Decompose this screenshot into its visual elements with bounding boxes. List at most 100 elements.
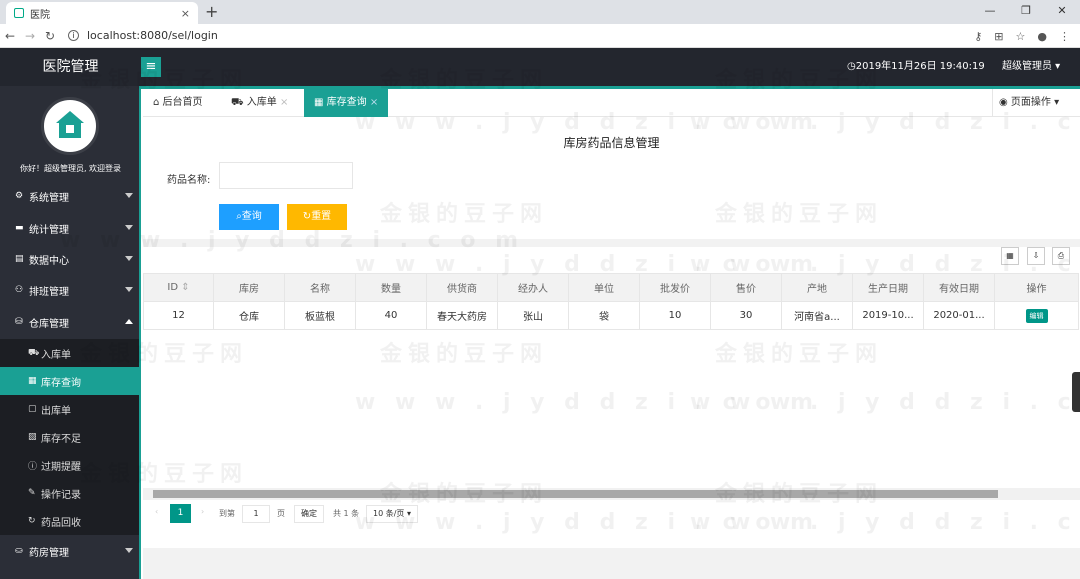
side-widget-handle[interactable]: [1072, 372, 1080, 412]
app-title: 医院管理: [42, 59, 99, 75]
horizontal-scrollbar[interactable]: [143, 488, 1080, 500]
page-size-select[interactable]: 10 条/页 ▾: [366, 505, 418, 523]
col-header: 供货商: [426, 273, 498, 302]
reset-button[interactable]: ↻重置: [287, 204, 347, 230]
footer-bar: [143, 548, 1080, 579]
prev-page-icon[interactable]: ‹: [155, 507, 158, 516]
close-tab-icon[interactable]: ×: [181, 7, 190, 20]
sidebar-item-label: 药品回收: [41, 517, 81, 529]
new-tab-button[interactable]: +: [205, 2, 218, 22]
col-header-label: ID: [167, 282, 179, 293]
cart-icon: ⛟: [28, 347, 40, 358]
sidebar-group-stats[interactable]: ▬ 统计管理: [0, 212, 141, 244]
close-window-icon[interactable]: ✕: [1044, 0, 1080, 24]
greeting-text: 你好！超级管理员, 欢迎登录: [19, 164, 122, 173]
scrollbar-thumb[interactable]: [153, 490, 998, 498]
sidebar-group-system[interactable]: ⚙ 系统管理: [0, 180, 141, 212]
sidebar-group-label: 药房管理: [29, 547, 69, 559]
reset-button-label: 重置: [311, 211, 332, 222]
chevron-down-icon: [125, 548, 133, 553]
table-cell: 春天大药房: [426, 301, 498, 330]
col-header: 售价: [710, 273, 782, 302]
page-unit-label: 页: [277, 509, 285, 518]
watermark: w w w . j y d d z i . c o m: [690, 390, 1080, 415]
tab-inventory[interactable]: ▦ 库存查询 ×: [304, 89, 389, 117]
confirm-button[interactable]: 确定: [294, 505, 324, 523]
cart-icon: ⛟: [231, 97, 247, 108]
sidebar-item-inventory[interactable]: ▦ 库存查询: [0, 367, 139, 395]
hospital-logo-icon: [54, 111, 86, 141]
print-icon[interactable]: ⎙: [1052, 247, 1070, 265]
inventory-table: ID ⇕ 库房 名称 数量 供货商 经办人 单位 批发价 售价 产地 生产日期 …: [143, 273, 1079, 330]
browser-tab-title: 医院: [30, 9, 50, 21]
query-button[interactable]: ⌕查询: [219, 204, 279, 230]
chevron-down-icon: [125, 193, 133, 198]
sidebar: 你好！超级管理员, 欢迎登录 ⚙ 系统管理 ▬ 统计管理 ▤ 数据中心 ⚇ 排班管理 ⛁…: [0, 86, 141, 579]
more-icon[interactable]: ⋮: [1059, 30, 1070, 43]
site-info-icon[interactable]: i: [68, 30, 79, 41]
table-cell: 40: [355, 301, 427, 330]
table-cell: 2019-10...: [852, 301, 924, 330]
page-title: 库房药品信息管理: [563, 136, 660, 150]
columns-icon[interactable]: ▦: [1001, 247, 1019, 265]
page-number-current[interactable]: 1: [170, 504, 191, 523]
col-header[interactable]: ID ⇕: [143, 273, 214, 302]
table-toolbar: ▦ ⇩ ⎙: [143, 247, 1080, 272]
sidebar-item-recycle[interactable]: ↻ 药品回收: [0, 507, 139, 535]
menu-toggle-button[interactable]: ≡: [141, 57, 161, 77]
tab-home[interactable]: ⌂ 后台首页: [153, 89, 203, 117]
star-icon[interactable]: ☆: [1016, 30, 1026, 43]
translate-icon[interactable]: ⊞: [994, 30, 1003, 43]
hospital-favicon-icon: [14, 8, 24, 18]
table-row: 12 仓库 板蓝根 40 春天大药房 张山 袋 10 30 河南省a... 20…: [143, 301, 1079, 330]
browser-tab[interactable]: 医院 ×: [6, 2, 198, 24]
user-menu[interactable]: 超级管理员 ▾: [1002, 48, 1060, 86]
chat-icon: ▬: [15, 223, 24, 233]
page-operations-menu[interactable]: ◉ 页面操作 ▾: [992, 89, 1080, 117]
tab-label: 库存查询: [326, 97, 367, 108]
table-cell: 河南省a...: [781, 301, 853, 330]
sidebar-item-expiry[interactable]: ⓘ 过期提醒: [0, 451, 139, 479]
maximize-icon[interactable]: ❐: [1008, 0, 1044, 24]
key-icon[interactable]: ⚷: [974, 30, 982, 43]
drug-name-input[interactable]: [219, 162, 353, 189]
watermark: w w w . j y d d z i . c o m: [355, 390, 820, 415]
reload-icon[interactable]: ↻: [40, 29, 60, 43]
forward-icon[interactable]: →: [20, 29, 40, 43]
export-icon[interactable]: ⇩: [1027, 247, 1045, 265]
sidebar-item-outbound[interactable]: ▢ 出库单: [0, 395, 139, 423]
sidebar-group-schedule[interactable]: ⚇ 排班管理: [0, 274, 141, 306]
close-icon[interactable]: ×: [367, 97, 378, 108]
sort-icon[interactable]: ⇕: [181, 282, 189, 293]
edit-button[interactable]: 编辑: [1025, 308, 1048, 323]
tab-inbound[interactable]: ⛟ 入库单 ×: [231, 89, 288, 117]
table-cell: 张山: [497, 301, 569, 330]
back-icon[interactable]: ←: [0, 29, 20, 43]
sidebar-group-pharmacy[interactable]: ⛀ 药房管理: [0, 535, 141, 567]
table-cell: 10: [639, 301, 711, 330]
sidebar-item-low-stock[interactable]: ▧ 库存不足: [0, 423, 139, 451]
minimize-icon[interactable]: —: [972, 0, 1008, 24]
sidebar-item-inbound[interactable]: ⛟ 入库单: [0, 339, 139, 367]
avatar: [41, 97, 99, 155]
url-field[interactable]: i localhost:8080/sel/login: [68, 29, 218, 42]
page-tab-bar: ⌂ 后台首页 ⛟ 入库单 × ▦ 库存查询 × ◉ 页面操作 ▾: [143, 89, 1080, 117]
sidebar-item-label: 库存不足: [41, 433, 81, 445]
sidebar-group-warehouse[interactable]: ⛁ 仓库管理: [0, 306, 141, 338]
sidebar-group-data[interactable]: ▤ 数据中心: [0, 243, 141, 275]
goto-page-input[interactable]: 1: [242, 505, 270, 523]
col-header: 单位: [568, 273, 640, 302]
edit-icon: ✎: [28, 488, 36, 498]
address-bar: ← → ↻ i localhost:8080/sel/login ⚷ ⊞ ☆ ●…: [0, 24, 1080, 48]
col-header: 数量: [355, 273, 427, 302]
next-page-icon[interactable]: ›: [201, 507, 204, 516]
sidebar-group-label: 统计管理: [29, 224, 69, 236]
close-icon[interactable]: ×: [277, 97, 288, 108]
file-icon: ▢: [28, 404, 37, 414]
sidebar-item-oplog[interactable]: ✎ 操作记录: [0, 479, 139, 507]
user-icon: ⚇: [15, 285, 24, 295]
col-header: 批发价: [639, 273, 711, 302]
account-icon[interactable]: ●: [1037, 30, 1047, 43]
chevron-up-icon: [125, 319, 133, 324]
info-icon: ⓘ: [28, 461, 38, 472]
